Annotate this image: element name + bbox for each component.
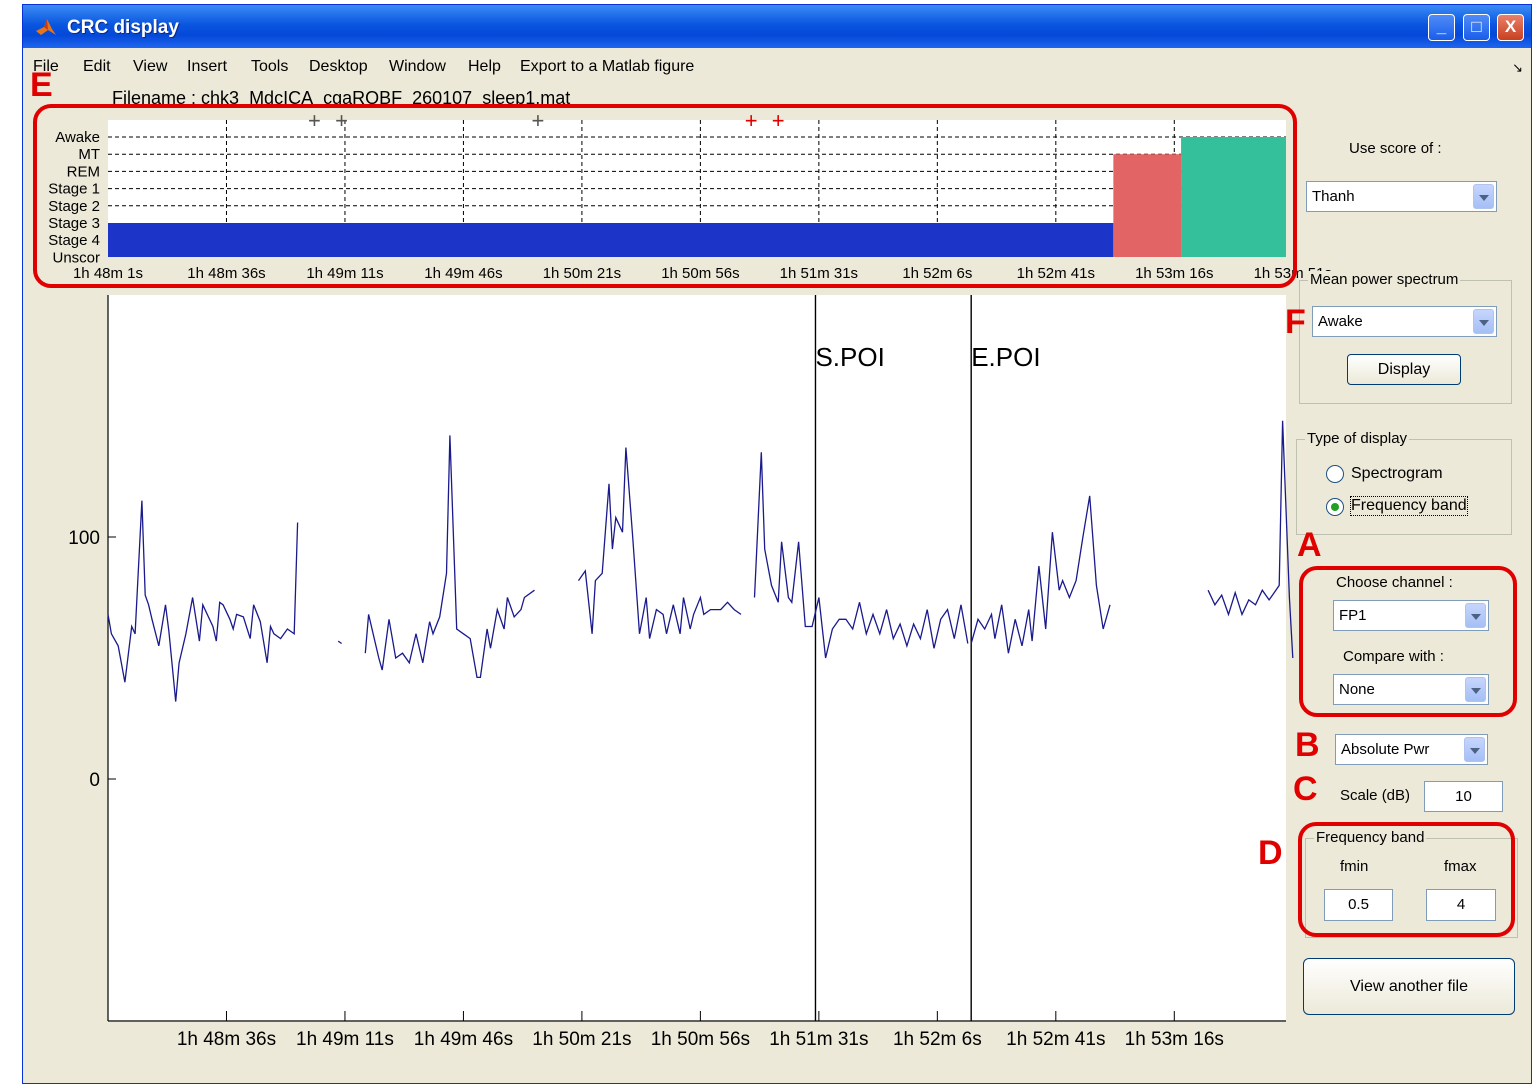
fmin-label: fmin [1340,858,1369,875]
mean-power-spectrum-title: Mean power spectrum [1308,271,1461,288]
frequency-band-group: Frequency band [1305,829,1518,938]
radio-spectrogram[interactable] [1326,465,1344,483]
chevron-down-icon[interactable] [1465,603,1486,628]
chevron-down-icon[interactable] [1464,737,1485,762]
radio-spectrogram-label[interactable]: Spectrogram [1351,465,1443,483]
display-button[interactable]: Display [1347,354,1461,385]
annotation-letter-e: E [30,66,53,104]
type-of-display-group: Type of display [1296,430,1512,535]
annotation-letter-a: A [1297,526,1322,564]
annotation-letter-d: D [1258,834,1283,872]
main-x-tick-label: 1h 51m 31s [769,1029,868,1050]
poi-label: E.POI [971,342,1040,372]
chevron-down-icon[interactable] [1465,677,1486,702]
choose-channel-label: Choose channel : [1336,574,1453,591]
main-x-tick-label: 1h 52m 41s [1006,1029,1105,1050]
main-y-tick-label: 100 [68,528,100,549]
scale-db-label: Scale (dB) [1340,787,1411,804]
annotation-letter-b: B [1295,726,1320,764]
scale-db-input[interactable]: 10 [1424,781,1503,812]
chevron-down-icon[interactable] [1473,309,1494,334]
fmin-input[interactable]: 0.5 [1324,889,1393,921]
chevron-down-icon[interactable] [1473,184,1494,209]
compare-with-label: Compare with : [1343,648,1444,665]
main-x-tick-label: 1h 50m 56s [651,1029,750,1050]
annotation-letter-c: C [1293,770,1318,808]
compare-with-select[interactable]: None [1333,674,1489,705]
mean-power-spectrum-group: Mean power spectrum [1299,271,1512,404]
view-another-file-button[interactable]: View another file [1303,958,1515,1015]
use-score-value: Thanh [1312,188,1355,205]
annotation-letter-f: F [1285,303,1306,341]
use-score-select[interactable]: Thanh [1306,181,1497,212]
power-type-value: Absolute Pwr [1341,741,1430,758]
type-of-display-title: Type of display [1305,430,1410,447]
main-x-tick-label: 1h 49m 46s [414,1029,513,1050]
power-type-select[interactable]: Absolute Pwr [1335,734,1488,765]
frequency-band-title: Frequency band [1314,829,1427,846]
choose-channel-value: FP1 [1339,607,1367,624]
mean-power-stage-select[interactable]: Awake [1312,306,1497,337]
radio-frequency-band[interactable] [1326,498,1344,516]
mean-power-stage-value: Awake [1318,313,1363,330]
main-x-tick-label: 1h 53m 16s [1125,1029,1224,1050]
radio-frequency-band-label[interactable]: Frequency band [1350,496,1468,516]
main-x-tick-label: 1h 50m 21s [532,1029,631,1050]
use-score-label: Use score of : [1349,140,1442,157]
fmax-label: fmax [1444,858,1477,875]
poi-label: S.POI [815,342,884,372]
choose-channel-select[interactable]: FP1 [1333,600,1489,631]
main-y-tick-label: 0 [89,770,100,791]
main-plot-area [108,295,1286,1022]
compare-with-value: None [1339,681,1375,698]
main-x-tick-label: 1h 52m 6s [893,1029,982,1050]
fmax-input[interactable]: 4 [1426,889,1496,921]
main-x-tick-label: 1h 48m 36s [177,1029,276,1050]
main-x-tick-label: 1h 49m 11s [296,1029,394,1050]
